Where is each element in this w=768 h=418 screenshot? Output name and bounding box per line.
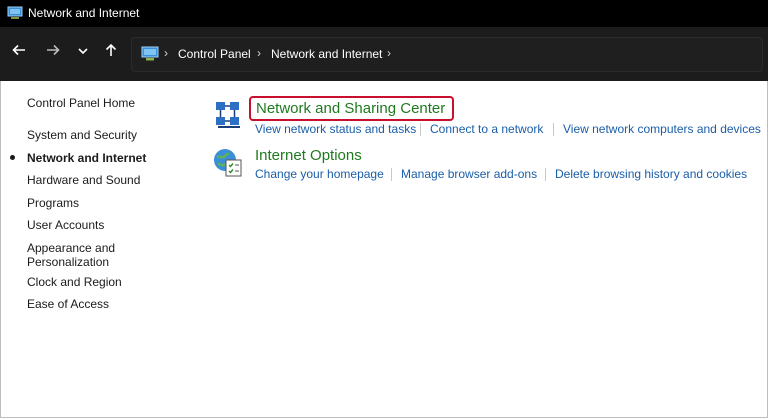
control-panel-icon [7,6,23,19]
sidebar-item-appearance[interactable]: Appearance and [27,241,115,255]
delete-browsing-history-link[interactable]: Delete browsing history and cookies [555,167,747,181]
breadcrumb-separator-icon: › [257,46,261,60]
window-title: Network and Internet [28,6,140,20]
title-bar: Network and Internet [0,0,768,27]
sidebar-item-personalization[interactable]: Personalization [27,255,109,269]
up-arrow-icon[interactable] [100,42,122,64]
internet-options-icon[interactable] [212,147,244,179]
sidebar-item-hardware-and-sound[interactable]: Hardware and Sound [27,173,140,187]
breadcrumb-separator-icon: › [164,46,168,60]
sidebar-item-programs[interactable]: Programs [27,196,79,210]
view-network-computers-link[interactable]: View network computers and devices [563,122,761,136]
chevron-down-icon[interactable] [72,42,94,64]
address-box[interactable]: › Control Panel › Network and Internet › [131,37,763,72]
sidebar-item-user-accounts[interactable]: User Accounts [27,218,104,232]
breadcrumb-network-and-internet[interactable]: Network and Internet [271,47,382,61]
change-homepage-link[interactable]: Change your homepage [255,167,384,181]
sidebar-item-clock-and-region[interactable]: Clock and Region [27,275,122,289]
sidebar-item-network-and-internet: Network and Internet [27,151,147,165]
link-divider [391,168,392,181]
active-bullet [10,155,15,160]
manage-add-ons-link[interactable]: Manage browser add-ons [401,167,537,181]
link-divider [420,123,421,136]
network-sharing-icon[interactable] [214,100,244,130]
navigation-bar: › Control Panel › Network and Internet › [0,27,768,81]
breadcrumb-control-panel[interactable]: Control Panel [178,47,251,61]
network-sharing-center-link[interactable]: Network and Sharing Center [256,100,445,117]
breadcrumb-separator-icon[interactable]: › [387,46,391,60]
internet-options-link[interactable]: Internet Options [255,147,362,164]
control-panel-icon [141,46,159,61]
back-arrow-icon[interactable] [8,42,30,64]
connect-to-network-link[interactable]: Connect to a network [430,122,543,136]
view-network-status-link[interactable]: View network status and tasks [255,122,416,136]
sidebar-item-ease-of-access[interactable]: Ease of Access [27,297,109,311]
link-divider [553,123,554,136]
sidebar-item-control-panel-home[interactable]: Control Panel Home [27,96,135,110]
forward-arrow-icon[interactable] [42,42,64,64]
sidebar-item-system-and-security[interactable]: System and Security [27,128,137,142]
link-divider [545,168,546,181]
